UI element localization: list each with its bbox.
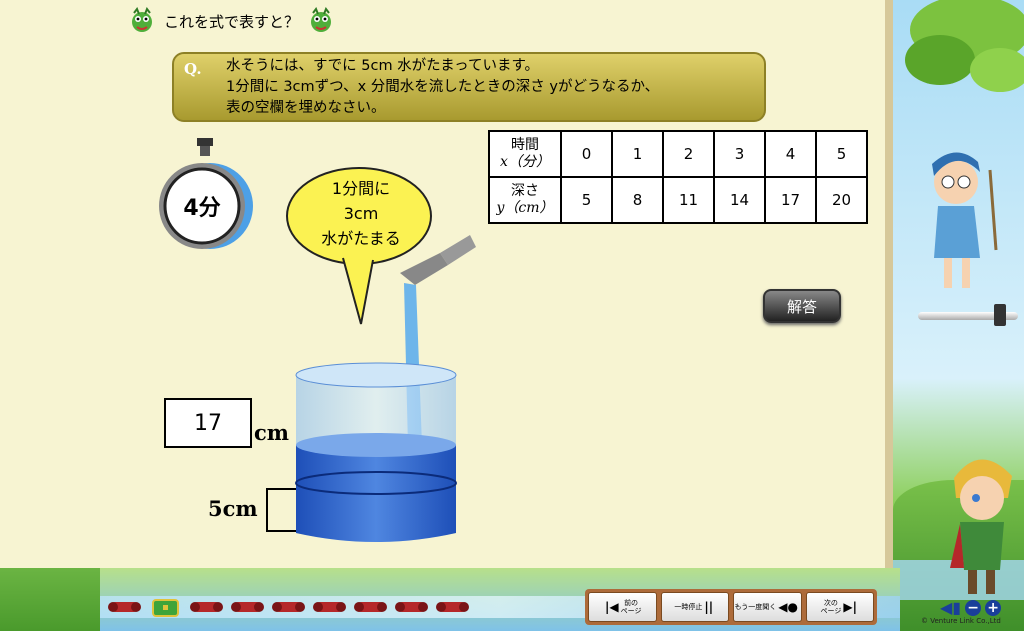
replay-button[interactable]: もう一度聞く ◀●: [733, 592, 802, 622]
table-row: 深さ y（cm） 5 8 11 14 17 20: [488, 176, 868, 224]
treasure-chest-icon[interactable]: [149, 596, 182, 618]
skip-back-icon: |◀: [605, 600, 619, 614]
question-label: Q.: [184, 60, 202, 78]
chapter-icons: [108, 596, 469, 618]
cell-y: 8: [611, 176, 664, 224]
page-title: これを式で表すと？: [164, 12, 300, 31]
pause-icon: ||: [704, 600, 714, 614]
title-row: これを式で表すと？: [128, 6, 335, 36]
bubble-line-2: 3cm: [343, 204, 379, 223]
page-navigation: |◀ 前の ページ 一時停止 || もう一度聞く ◀● 次の ページ ▶|: [585, 589, 877, 625]
water-beaker-illustration: [280, 225, 480, 555]
scroll-icon[interactable]: [108, 596, 141, 618]
pause-button[interactable]: 一時停止 ||: [660, 592, 729, 622]
cell-y: 14: [713, 176, 766, 224]
cell-y: 17: [764, 176, 817, 224]
question-panel: Q. 水そうには、すでに 5cm 水がたまっています。 1分間に 3cmずつ、x…: [172, 52, 766, 122]
bubble-line-1: 1分間に: [331, 179, 391, 198]
cell-x: 1: [611, 130, 664, 178]
current-depth-box: 17: [164, 398, 252, 448]
row-header-time: 時間 x（分）: [488, 130, 562, 178]
dragon-icon: [307, 6, 335, 35]
cell-x: 5: [815, 130, 868, 178]
scroll-icon[interactable]: [313, 596, 346, 618]
scroll-icon[interactable]: [272, 596, 305, 618]
table-row: 時間 x（分） 0 1 2 3 4 5: [488, 130, 868, 178]
cell-y: 11: [662, 176, 715, 224]
next-page-button[interactable]: 次の ページ ▶|: [805, 592, 874, 622]
timer-value: 4分: [183, 196, 221, 221]
scroll-icon[interactable]: [231, 596, 264, 618]
cell-x: 0: [560, 130, 613, 178]
volume-slider-handle[interactable]: [994, 304, 1006, 326]
copyright-text: © Venture Link Co.,Ltd: [921, 617, 1001, 625]
replay-icon: ◀●: [778, 600, 798, 614]
girl-character: [916, 140, 1002, 300]
scroll-icon[interactable]: [354, 596, 387, 618]
cell-x: 4: [764, 130, 817, 178]
stopwatch-timer: 4分: [155, 138, 255, 250]
initial-depth-label: 5cm: [208, 496, 258, 521]
minus-icon[interactable]: −: [965, 599, 982, 616]
speaker-icon[interactable]: ◀▮: [940, 598, 961, 617]
cell-y: 20: [815, 176, 868, 224]
initial-depth-bracket: [266, 488, 296, 532]
current-depth-unit: cm: [254, 420, 290, 445]
plus-icon[interactable]: +: [985, 599, 1002, 616]
scroll-icon[interactable]: [395, 596, 428, 618]
cell-x: 2: [662, 130, 715, 178]
prev-page-button[interactable]: |◀ 前の ページ: [588, 592, 657, 622]
scroll-icon[interactable]: [436, 596, 469, 618]
cell-x: 3: [713, 130, 766, 178]
boy-character: [940, 448, 1022, 598]
value-table: 時間 x（分） 0 1 2 3 4 5 深さ y（cm） 5 8 11 14 17 …: [488, 130, 868, 224]
scroll-icon[interactable]: [190, 596, 223, 618]
tree-foliage-decoration: [900, 0, 1024, 100]
volume-controls: ◀▮ − +: [940, 598, 1002, 617]
question-text: 水そうには、すでに 5cm 水がたまっています。 1分間に 3cmずつ、x 分間…: [226, 58, 660, 116]
dragon-icon: [128, 6, 156, 35]
row-header-depth: 深さ y（cm）: [488, 176, 562, 224]
cell-y: 5: [560, 176, 613, 224]
answer-button[interactable]: 解答: [763, 289, 841, 323]
skip-forward-icon: ▶|: [843, 600, 857, 614]
